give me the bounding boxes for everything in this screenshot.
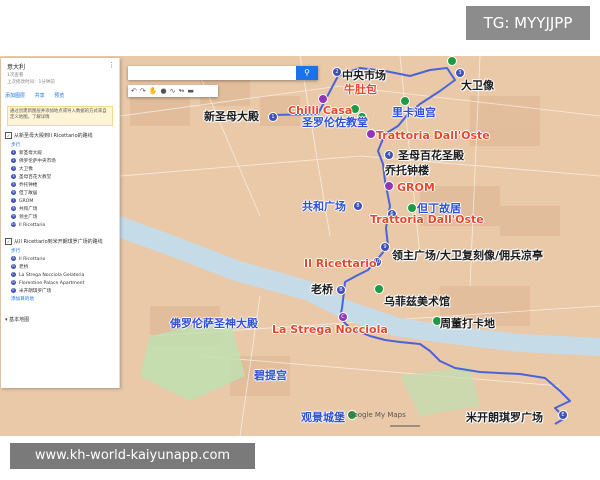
search-bar[interactable]: ⚲: [128, 66, 318, 80]
layer2-mode[interactable]: 步行: [11, 248, 20, 254]
ruler-icon[interactable]: ▬: [187, 87, 197, 95]
basemap-row[interactable]: ▾ 基本地图: [5, 316, 29, 323]
layer1-mode[interactable]: 步行: [11, 142, 20, 148]
marker-duomo[interactable]: 4: [384, 150, 394, 160]
route-icon[interactable]: ↬: [178, 87, 187, 95]
layer1-item[interactable]: 1 新圣母大殿: [11, 150, 42, 156]
layer1-item[interactable]: 4 圣母百花大教堂: [11, 174, 51, 180]
add-layer-button[interactable]: 添加图层: [5, 93, 25, 99]
layer2-title-row[interactable]: ✓ 从Il Ricettario到米开朗琪罗广场的路线: [5, 238, 103, 245]
panel-actions: 添加图层 共享 预览: [5, 92, 64, 99]
watermark-tg: TG: MYYJJPP: [466, 6, 590, 40]
label-grom: GROM: [397, 181, 435, 194]
label-belvedere: 观景城堡: [301, 411, 345, 424]
layer2-checkbox[interactable]: ✓: [5, 238, 12, 245]
layer1-item[interactable]: 2 佛罗伦萨中央市场: [11, 158, 56, 164]
label-giotto: 乔托钟楼: [385, 164, 429, 177]
layer1-checkbox[interactable]: ✓: [5, 132, 12, 139]
notice-box: 通过创建新图层并添加地点或导入数据的方式来自定义地图。了解详情: [7, 106, 113, 126]
marker-chilli-casa[interactable]: [318, 94, 328, 104]
layer1-item[interactable]: 8 共和广场: [11, 206, 37, 212]
label-uffizi: 乌菲兹美术馆: [384, 295, 450, 308]
layer1-item[interactable]: 10 Il Ricettario: [11, 222, 45, 228]
layer1-item[interactable]: 3 大卫像: [11, 166, 33, 172]
map-views: 1次查看: [7, 73, 24, 78]
label-trattoria-1: Trattoria Dall'Oste: [376, 129, 490, 142]
label-central-market: 中央市场: [342, 69, 386, 82]
add-destination-button[interactable]: 添加目的地: [11, 296, 34, 302]
layers-panel: 意大利 ⋮ 1次查看 上次修改时间：1分钟前 添加图层 共享 预览 通过创建新图…: [1, 58, 120, 388]
screenshot-frame: TG: MYYJJPP 2 3 1 4 5 8 6 9 10 B C E 中央市…: [0, 0, 600, 480]
label-trattoria-2: Trattoria Dall'Oste: [370, 213, 484, 226]
layer1-item[interactable]: 7 GROM: [11, 198, 33, 204]
label-duomo: 圣母百花圣殿: [398, 149, 464, 162]
search-icon[interactable]: ⚲: [296, 66, 318, 80]
share-button[interactable]: 共享: [35, 93, 45, 99]
marker-ponte-vecchio[interactable]: B: [336, 285, 346, 295]
hand-icon[interactable]: ✋: [149, 87, 161, 95]
marker-riccardi[interactable]: [400, 96, 410, 106]
layer1-item[interactable]: 6 但丁故居: [11, 190, 37, 196]
label-chilli-casa: Chilli Casa: [288, 104, 353, 117]
label-michelangelo: 米开朗琪罗广场: [466, 411, 543, 424]
marker-signoria[interactable]: 9: [380, 242, 390, 252]
label-david: 大卫像: [461, 79, 494, 92]
map-toolbar: ↶↷✋●∿↬▬: [128, 85, 218, 97]
marker-david-green[interactable]: [447, 56, 457, 66]
label-strega: La Strega Nocciola: [272, 323, 388, 336]
label-san-lorenzo: 圣罗伦佐教堂: [302, 116, 368, 129]
marker-central-market[interactable]: 2: [332, 67, 342, 77]
label-checkin: 周董打卡地: [440, 317, 495, 330]
marker-republic[interactable]: 8: [353, 201, 363, 211]
marker-icon[interactable]: ●: [160, 87, 169, 95]
label-ponte-vecchio: 老桥: [311, 283, 333, 296]
redo-icon[interactable]: ↷: [140, 87, 149, 95]
marker-david[interactable]: 3: [455, 68, 465, 78]
layer2-item[interactable]: B 老桥: [11, 264, 28, 270]
label-signoria: 领主广场/大卫复刻像/佣兵凉亭: [392, 249, 544, 262]
map-updated: 上次修改时间：1分钟前: [7, 80, 55, 85]
marker-trattoria-1[interactable]: [366, 129, 376, 139]
map-title[interactable]: 意大利: [7, 62, 25, 71]
layer1-title-row[interactable]: ✓ 从新圣母大殿到Il Ricettario的路线: [5, 132, 93, 139]
preview-button[interactable]: 预览: [54, 93, 64, 99]
label-riccardi: 里卡迪宫: [392, 106, 436, 119]
layer2-title: 从Il Ricettario到米开朗琪罗广场的路线: [14, 239, 103, 245]
label-santa-maria-novella: 新圣母大殿: [204, 110, 259, 123]
marker-santa-maria-novella[interactable]: 1: [268, 112, 278, 122]
layer1-title: 从新圣母大殿到Il Ricettario的路线: [14, 133, 93, 139]
marker-uffizi[interactable]: [374, 284, 384, 294]
label-republic: 共和广场: [302, 200, 346, 213]
label-beef: 牛肚包: [344, 83, 377, 96]
layer2-item[interactable]: D Florentine Palace Apartment: [11, 280, 84, 286]
marker-michelangelo[interactable]: E: [558, 410, 568, 420]
layer1-item[interactable]: 9 领主广场: [11, 214, 37, 220]
layer1-item[interactable]: 5 乔托钟楼: [11, 182, 37, 188]
undo-icon[interactable]: ↶: [131, 87, 140, 95]
layer2-item[interactable]: C La Strega Nocciola Gelateria: [11, 272, 84, 278]
basemap-label: 基本地图: [9, 317, 30, 323]
label-pitti: 碧提宫: [254, 369, 287, 382]
more-options-icon[interactable]: ⋮: [108, 61, 115, 69]
layer2-item[interactable]: A Il Ricettario: [11, 256, 45, 262]
marker-strega[interactable]: C: [338, 312, 348, 322]
watermark-url: www.kh-world-kaiyunapp.com: [10, 443, 255, 469]
marker-dante[interactable]: [407, 203, 417, 213]
label-santo-spirito: 佛罗伦萨圣神大殿: [170, 317, 258, 330]
marker-grom[interactable]: [384, 181, 394, 191]
layer2-item[interactable]: E 米开朗琪罗广场: [11, 288, 51, 294]
map-credit: Google My Maps: [348, 411, 406, 419]
label-il-ricettario: Il Ricettario: [304, 257, 377, 270]
